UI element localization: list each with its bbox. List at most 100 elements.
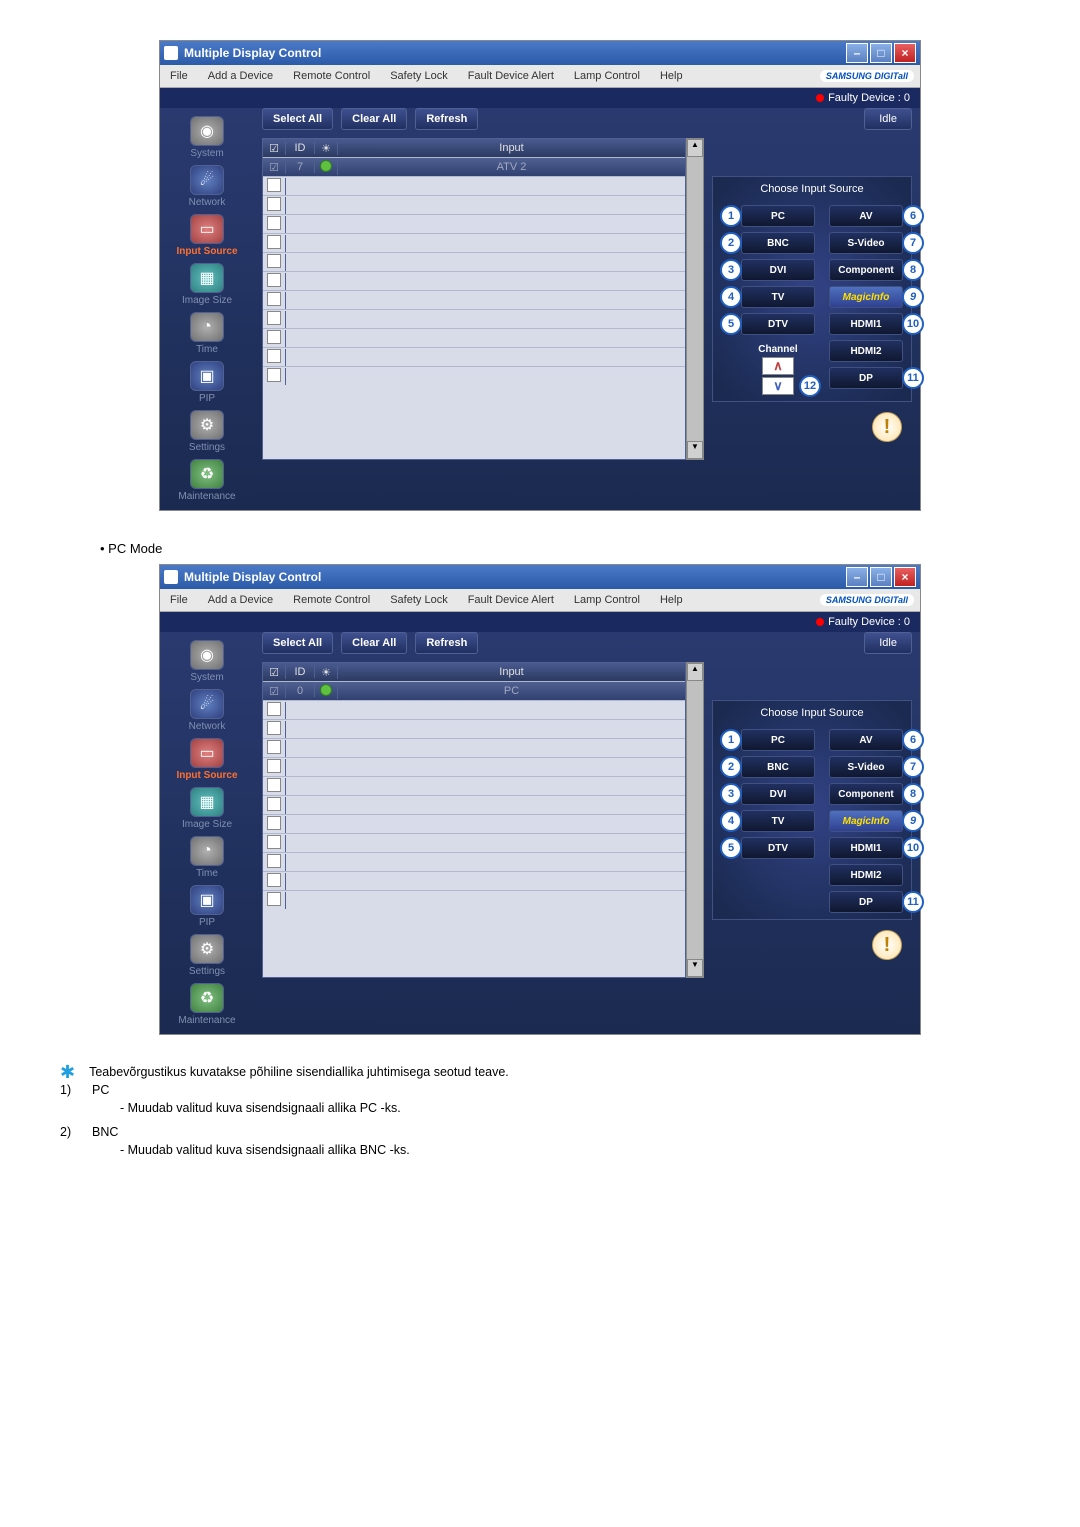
col-checkbox[interactable]: ☑ (263, 142, 286, 155)
source-hdmi2-button[interactable]: HDMI2 (829, 340, 903, 362)
source-magicinfo-button[interactable]: MagicInfo9 (829, 286, 903, 308)
source-dp-button[interactable]: DP11 (829, 367, 903, 389)
select-all-button[interactable]: Select All (262, 108, 333, 130)
grid-row[interactable] (263, 290, 685, 309)
sidebar-item-network[interactable]: ☄Network (189, 689, 226, 732)
sidebar-item-time[interactable]: ◔Time (190, 836, 224, 879)
source-magicinfo-button[interactable]: MagicInfo9 (829, 810, 903, 832)
close-button[interactable]: × (894, 567, 916, 587)
row-checkbox[interactable]: ☑ (263, 685, 286, 698)
menu-help[interactable]: Help (650, 70, 693, 82)
grid-row[interactable] (263, 347, 685, 366)
grid-scrollbar[interactable]: ▲ ▼ (686, 662, 704, 978)
grid-row[interactable] (263, 814, 685, 833)
sidebar-item-settings[interactable]: ⚙Settings (189, 934, 225, 977)
sidebar-item-input-source[interactable]: ▭ Input Source (176, 214, 237, 257)
source-hdmi2-button[interactable]: HDMI2 (829, 864, 903, 886)
channel-down-button[interactable]: ∨12 (762, 377, 794, 395)
source-av-button[interactable]: AV6 (829, 205, 903, 227)
grid-row[interactable] (263, 738, 685, 757)
minimize-button[interactable]: – (846, 43, 868, 63)
grid-row[interactable] (263, 795, 685, 814)
source-tv-button[interactable]: 4TV (741, 810, 815, 832)
sidebar-item-maintenance[interactable]: ♻ Maintenance (178, 459, 235, 502)
grid-row-selected[interactable]: ☑ 7 ATV 2 (263, 157, 685, 176)
menu-safety-lock[interactable]: Safety Lock (380, 594, 457, 606)
col-checkbox[interactable]: ☑ (263, 666, 286, 679)
source-av-button[interactable]: AV6 (829, 729, 903, 751)
sidebar-item-input-source[interactable]: ▭Input Source (176, 738, 237, 781)
sidebar-item-image-size[interactable]: ▦ Image Size (182, 263, 232, 306)
grid-row[interactable] (263, 776, 685, 795)
source-hdmi1-button[interactable]: HDMI110 (829, 837, 903, 859)
grid-row-selected[interactable]: ☑ 0 PC (263, 681, 685, 700)
refresh-button[interactable]: Refresh (415, 632, 478, 654)
grid-row[interactable] (263, 871, 685, 890)
grid-row[interactable] (263, 328, 685, 347)
scroll-down-button[interactable]: ▼ (687, 959, 703, 977)
sidebar-item-system[interactable]: ◉ System (190, 116, 224, 159)
source-dtv-button[interactable]: 5DTV (741, 313, 815, 335)
minimize-button[interactable]: – (846, 567, 868, 587)
scroll-down-button[interactable]: ▼ (687, 441, 703, 459)
grid-scrollbar[interactable]: ▲ ▼ (686, 138, 704, 460)
scroll-up-button[interactable]: ▲ (687, 663, 703, 681)
grid-row[interactable] (263, 719, 685, 738)
source-dvi-button[interactable]: 3DVI (741, 783, 815, 805)
scroll-up-button[interactable]: ▲ (687, 139, 703, 157)
sidebar-item-pip[interactable]: ▣PIP (190, 885, 224, 928)
sidebar-item-pip[interactable]: ▣ PIP (190, 361, 224, 404)
sidebar-item-image-size[interactable]: ▦Image Size (182, 787, 232, 830)
grid-row[interactable] (263, 309, 685, 328)
menu-add-device[interactable]: Add a Device (198, 594, 283, 606)
grid-row[interactable] (263, 214, 685, 233)
grid-row[interactable] (263, 252, 685, 271)
source-component-button[interactable]: Component8 (829, 259, 903, 281)
grid-row[interactable] (263, 195, 685, 214)
grid-row[interactable] (263, 271, 685, 290)
source-bnc-button[interactable]: 2BNC (741, 232, 815, 254)
source-svideo-button[interactable]: S-Video7 (829, 756, 903, 778)
grid-row[interactable] (263, 233, 685, 252)
source-tv-button[interactable]: 4TV (741, 286, 815, 308)
channel-up-button[interactable]: ∧ (762, 357, 794, 375)
source-bnc-button[interactable]: 2BNC (741, 756, 815, 778)
source-pc-button[interactable]: 1PC (741, 729, 815, 751)
menu-lamp-control[interactable]: Lamp Control (564, 70, 650, 82)
source-component-button[interactable]: Component8 (829, 783, 903, 805)
sidebar-item-settings[interactable]: ⚙ Settings (189, 410, 225, 453)
sidebar-item-maintenance[interactable]: ♻Maintenance (178, 983, 235, 1026)
sidebar-item-time[interactable]: ◔ Time (190, 312, 224, 355)
grid-row[interactable] (263, 852, 685, 871)
menu-safety-lock[interactable]: Safety Lock (380, 70, 457, 82)
row-checkbox[interactable]: ☑ (263, 161, 286, 174)
source-pc-button[interactable]: 1PC (741, 205, 815, 227)
source-dtv-button[interactable]: 5DTV (741, 837, 815, 859)
source-hdmi1-button[interactable]: HDMI110 (829, 313, 903, 335)
menu-file[interactable]: File (160, 70, 198, 82)
maximize-button[interactable]: □ (870, 43, 892, 63)
grid-row[interactable] (263, 833, 685, 852)
maximize-button[interactable]: □ (870, 567, 892, 587)
close-button[interactable]: × (894, 43, 916, 63)
source-dvi-button[interactable]: 3DVI (741, 259, 815, 281)
grid-row[interactable] (263, 890, 685, 909)
clear-all-button[interactable]: Clear All (341, 108, 407, 130)
grid-row[interactable] (263, 700, 685, 719)
source-svideo-button[interactable]: S-Video7 (829, 232, 903, 254)
source-dp-button[interactable]: DP11 (829, 891, 903, 913)
menu-remote-control[interactable]: Remote Control (283, 70, 380, 82)
grid-row[interactable] (263, 366, 685, 385)
grid-row[interactable] (263, 176, 685, 195)
sidebar-item-network[interactable]: ☄ Network (189, 165, 226, 208)
menu-fault-device-alert[interactable]: Fault Device Alert (458, 594, 564, 606)
menu-fault-device-alert[interactable]: Fault Device Alert (458, 70, 564, 82)
refresh-button[interactable]: Refresh (415, 108, 478, 130)
menu-add-device[interactable]: Add a Device (198, 70, 283, 82)
menu-help[interactable]: Help (650, 594, 693, 606)
menu-file[interactable]: File (160, 594, 198, 606)
grid-row[interactable] (263, 757, 685, 776)
select-all-button[interactable]: Select All (262, 632, 333, 654)
sidebar-item-system[interactable]: ◉System (190, 640, 224, 683)
clear-all-button[interactable]: Clear All (341, 632, 407, 654)
